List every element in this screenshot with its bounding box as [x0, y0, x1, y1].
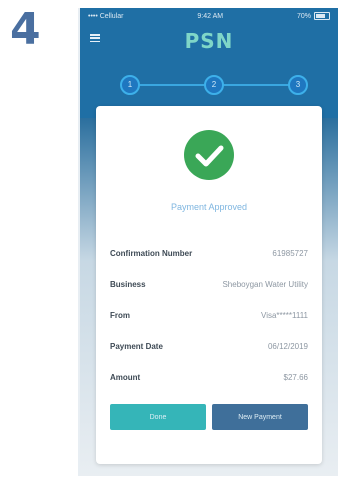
status-time: 9:42 AM: [197, 12, 224, 20]
detail-row-confirmation: Confirmation Number 61985727: [110, 238, 308, 269]
nav-bar: PSN: [80, 26, 338, 56]
detail-value: Visa*****1111: [261, 311, 308, 320]
detail-row-from: From Visa*****1111: [110, 300, 308, 331]
detail-value: 61985727: [272, 249, 308, 258]
payment-status: Payment Approved: [170, 202, 248, 212]
payment-confirmation-card: Payment Approved Confirmation Number 619…: [96, 106, 322, 464]
step-dot-1: 1: [120, 75, 140, 95]
carrier-text: •••• Cellular: [88, 12, 124, 20]
detail-row-payment-date: Payment Date 06/12/2019: [110, 331, 308, 362]
new-payment-button[interactable]: New Payment: [212, 404, 308, 430]
detail-value: 06/12/2019: [267, 342, 308, 351]
detail-label: Amount: [110, 373, 141, 382]
app-logo: PSN: [184, 29, 234, 53]
battery-icon: [314, 12, 330, 20]
progress-stepper: 1 2 3: [120, 73, 308, 97]
step-dot-3: 3: [288, 75, 308, 95]
checkmark-icon: [184, 130, 234, 180]
battery-percent: 70%: [296, 12, 311, 20]
phone-screen: •••• Cellular 9:42 AM 70% PSN 1 2 3 Paym…: [78, 8, 338, 476]
detail-label: Confirmation Number: [110, 249, 193, 258]
done-button[interactable]: Done: [110, 404, 206, 430]
status-bar: •••• Cellular 9:42 AM 70%: [80, 8, 338, 24]
step-number: 4: [10, 4, 41, 55]
detail-row-business: Business Sheboygan Water Utility: [110, 269, 308, 300]
step-dot-2: 2: [204, 75, 224, 95]
status-right: 70%: [297, 12, 330, 20]
detail-label: Payment Date: [110, 342, 163, 351]
detail-row-amount: Amount $27.66: [110, 362, 308, 393]
action-buttons: Done New Payment: [110, 404, 308, 430]
detail-label: From: [110, 311, 130, 320]
detail-label: Business: [110, 280, 146, 289]
detail-value: Sheboygan Water Utility: [222, 280, 308, 289]
payment-details: Confirmation Number 61985727 Business Sh…: [110, 238, 308, 393]
detail-value: $27.66: [283, 373, 308, 382]
